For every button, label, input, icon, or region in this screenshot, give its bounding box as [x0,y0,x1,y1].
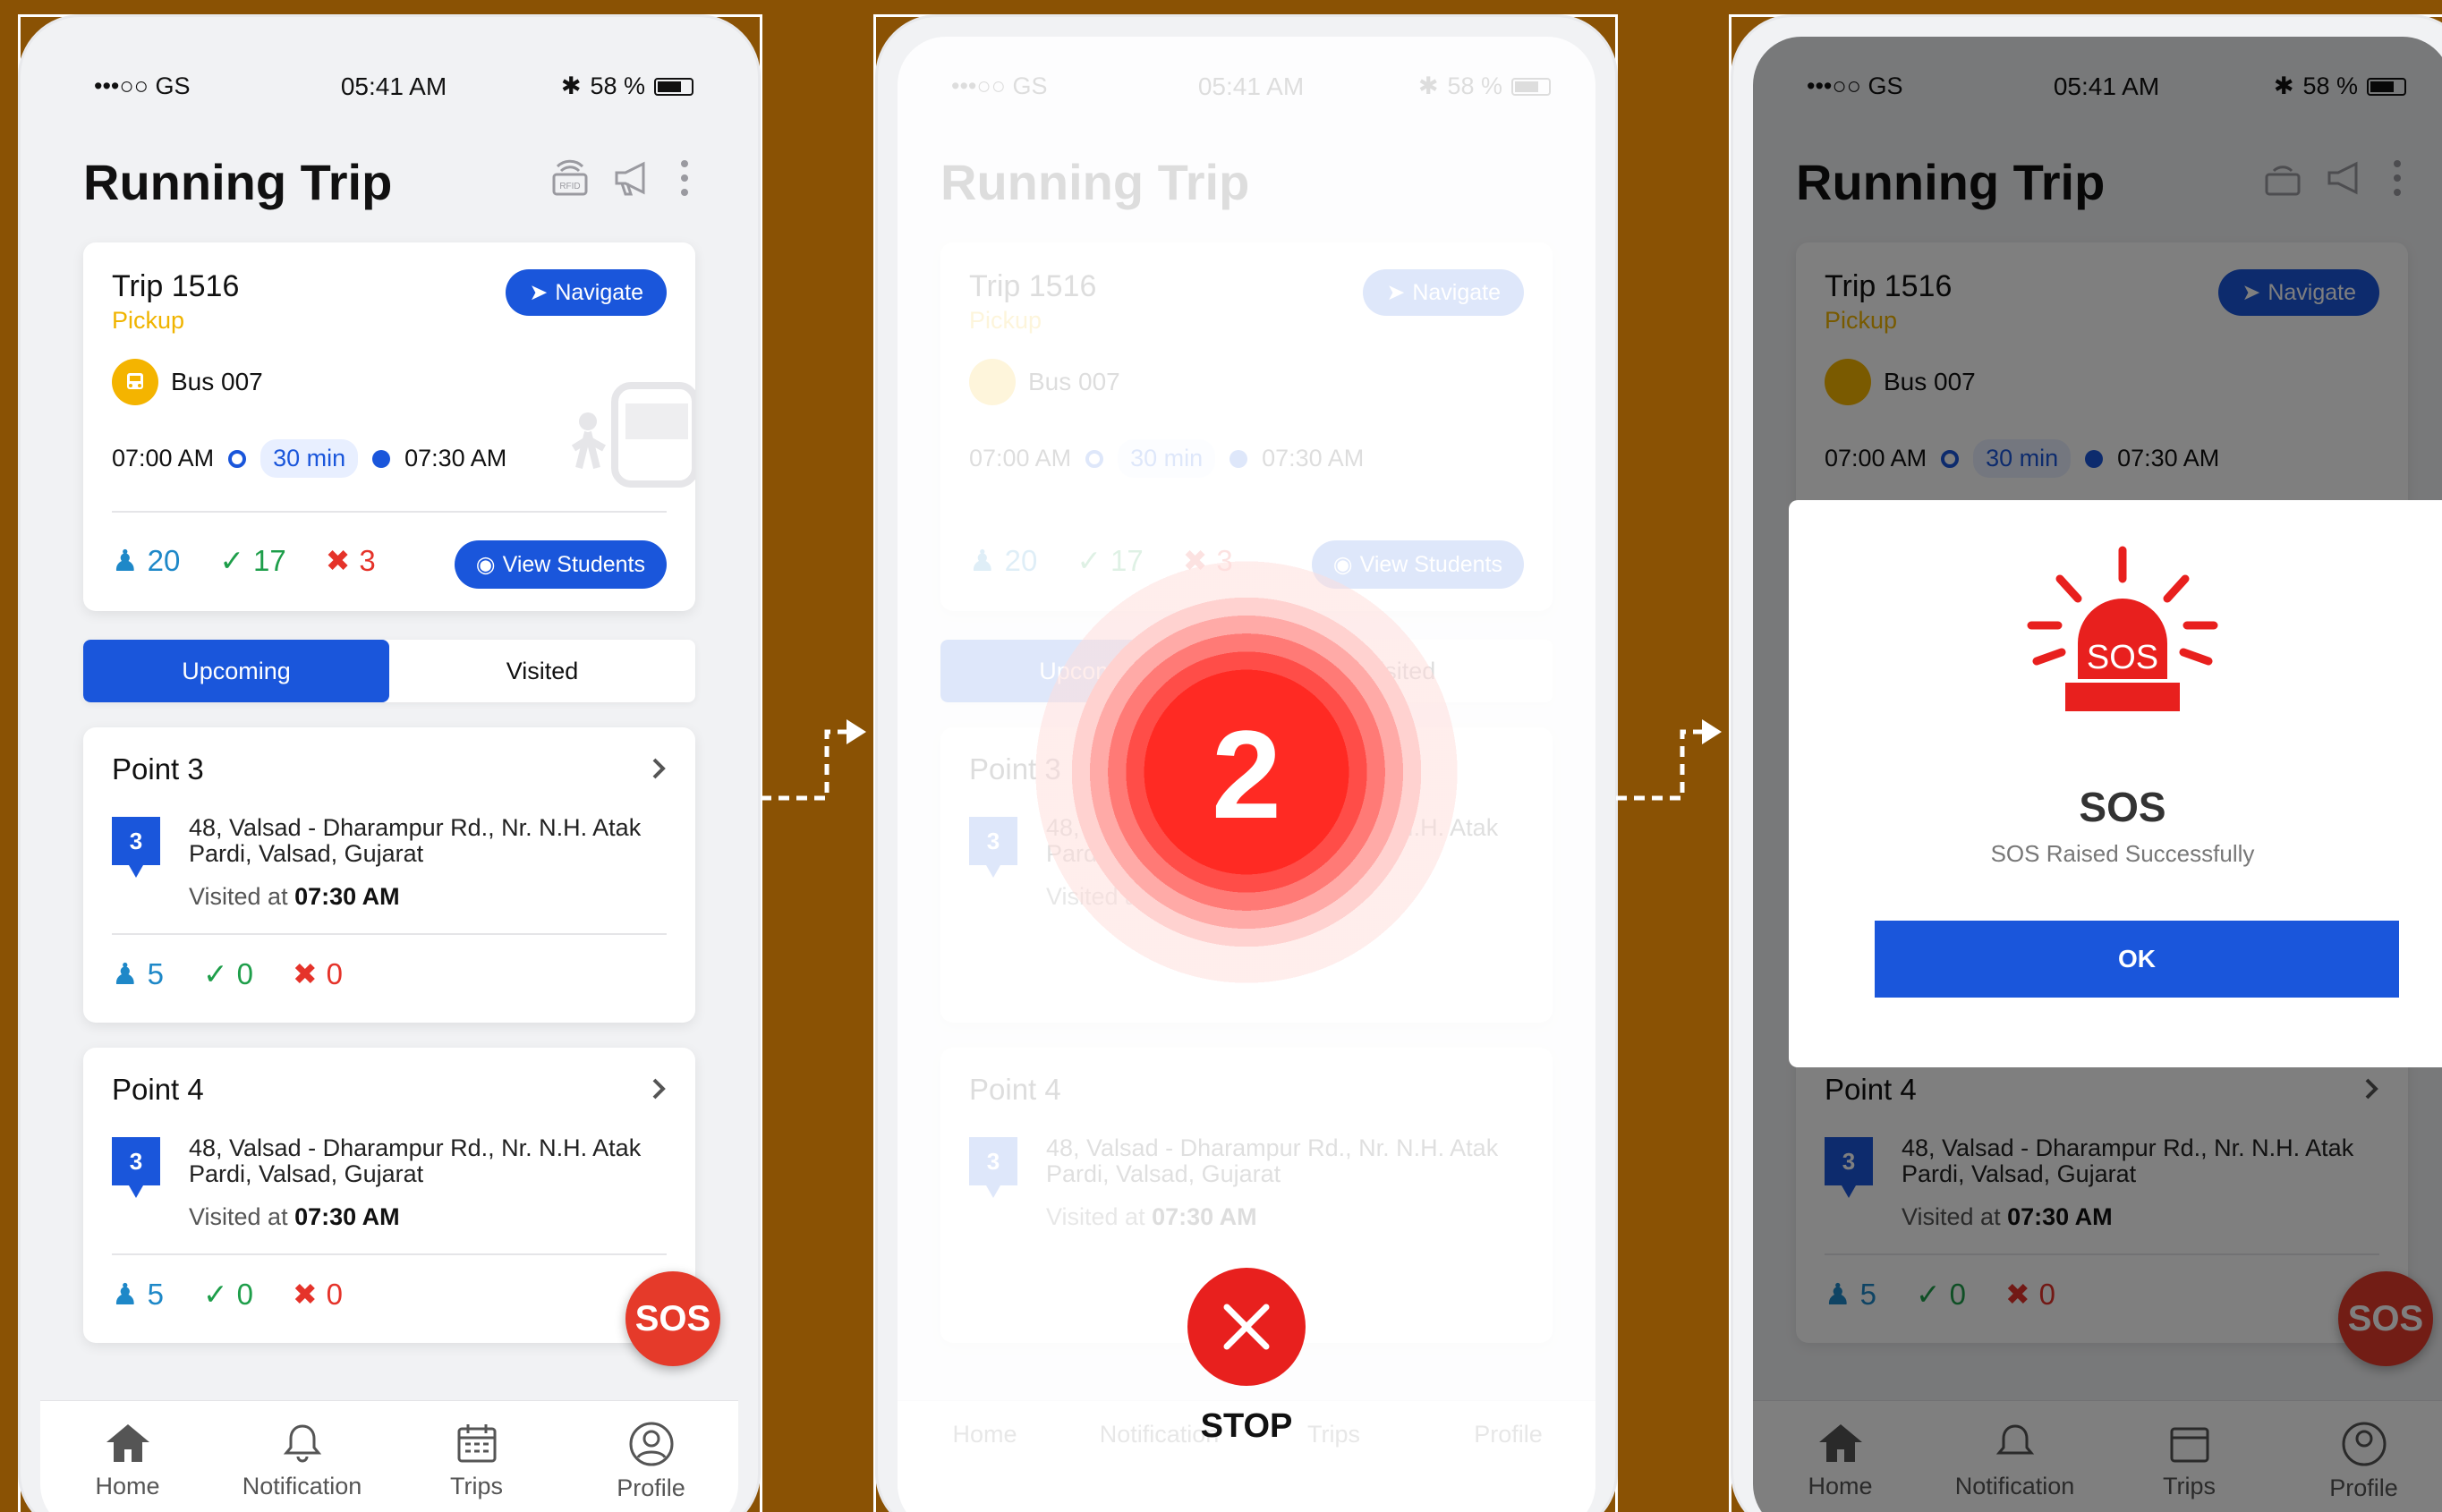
tab-visited[interactable]: Visited [389,640,695,702]
siren-icon: SOS [2027,546,2218,711]
cross-icon: ✖ [325,544,351,577]
svg-text:RFID: RFID [559,182,580,191]
absent-count: 0 [326,956,343,990]
tab-notification-label: Notification [242,1473,362,1499]
students-icon: ♟ [112,544,139,577]
point-card[interactable]: Point 4 3 48, Valsad - Dharampur Rd., Nr… [83,1048,695,1343]
cross-icon: ✖ [292,1278,318,1311]
page-title: Running Trip [83,154,393,210]
sos-button[interactable]: SOS [625,1271,720,1366]
bottom-tab-bar: Home Notification Trips Profile [40,1400,738,1512]
trip-name: Trip 1516 [112,269,240,303]
sos-dialog: SOS SOS SOS Raised Successfully OK [1789,500,2442,1067]
bus-icon [112,359,158,405]
view-students-button[interactable]: ◉ View Students [454,540,667,589]
user-icon [629,1422,673,1466]
app-screen: •••○○ GS 05:41 AM ✱58 % Running Trip Tri… [898,37,1595,1512]
tab-notification[interactable]: Notification [215,1401,389,1512]
point-address: 48, Valsad - Dharampur Rd., Nr. N.H. Ata… [189,1134,642,1187]
point-title: Point 3 [112,752,204,786]
start-time: 07:00 AM [112,445,215,471]
visited-time: 07:30 AM [294,1203,400,1230]
students-icon: ♟ [112,957,139,990]
trip-duration: 30 min [260,439,359,478]
countdown-value: 2 [1212,704,1281,845]
school-bus-illustration-icon [571,382,695,488]
stop-label: STOP [1200,1407,1293,1445]
flow-arrow-icon [1616,719,1722,801]
phone-screen-sos-raised: •••○○ GS 05:41 AM ✱58 % Running Trip Tri… [1731,14,2442,1512]
point-title: Point 4 [112,1073,204,1106]
absent-count: 3 [359,543,376,577]
tab-trips-label: Trips [450,1473,503,1499]
app-screen: •••○○ GS 05:41 AM ✱ 58 % Running Trip RFI… [40,37,738,1512]
check-icon: ✓ [219,544,244,577]
bell-icon [283,1424,321,1463]
check-icon: ✓ [202,957,228,990]
total-count: 20 [147,543,181,577]
tab-upcoming[interactable]: Upcoming [83,640,389,702]
bus-name: Bus 007 [171,368,263,395]
battery-percent: 58 % [590,72,645,99]
divider [112,1253,667,1255]
students-icon: ♟ [112,1278,139,1311]
trip-card: Trip 1516 Pickup ➤Navigate Bus 007 07:00… [83,242,695,611]
start-dot-icon [228,449,247,468]
battery-icon [654,77,693,96]
present-count: 17 [252,543,286,577]
end-time: 07:30 AM [404,445,507,471]
divider [112,933,667,935]
absent-count: 0 [326,1277,343,1311]
point-card[interactable]: Point 3 3 48, Valsad - Dharampur Rd., Nr… [83,727,695,1023]
point-address: 48, Valsad - Dharampur Rd., Nr. N.H. Ata… [189,814,642,867]
cross-icon: ✖ [292,957,318,990]
eye-icon: ◉ [475,552,496,577]
siren-badge-text: SOS [2087,639,2158,676]
visited-time: 07:30 AM [294,883,400,910]
more-vertical-icon[interactable] [679,158,690,198]
home-icon [106,1424,149,1462]
ok-button[interactable]: OK [1875,921,2399,998]
megaphone-icon[interactable] [613,158,656,198]
tab-trips[interactable]: Trips [389,1401,564,1512]
end-dot-icon [372,449,391,468]
chevron-right-icon [652,1078,666,1100]
map-pin-icon: 3 [112,1137,160,1198]
total-count: 5 [147,1277,164,1311]
present-count: 0 [236,956,253,990]
dialog-message: SOS Raised Successfully [1990,840,2255,867]
stop-button[interactable] [1187,1268,1306,1386]
view-students-label: View Students [502,551,645,577]
total-count: 5 [147,956,164,990]
tab-profile-label: Profile [617,1474,685,1501]
present-count: 0 [236,1277,253,1311]
navigate-button[interactable]: ➤ Navigate [506,269,667,316]
calendar-icon [457,1424,496,1463]
flow-arrow-icon [761,719,866,801]
phone-screen-running-trip: •••○○ GS 05:41 AM ✱ 58 % Running Trip RFI… [18,14,761,1512]
status-bar: •••○○ GS 05:41 AM ✱58 % [94,72,693,108]
dialog-title: SOS [2079,784,2166,830]
bluetooth-icon: ✱ [560,72,582,99]
tab-home[interactable]: Home [40,1401,215,1512]
rfid-icon[interactable]: RFID [550,158,590,198]
phone-screen-sos-countdown: •••○○ GS 05:41 AM ✱58 % Running Trip Tri… [875,14,1618,1512]
visited-prefix: Visited at [189,883,288,910]
check-icon: ✓ [202,1278,228,1311]
navigation-arrow-icon: ➤ [529,280,549,305]
app-screen: •••○○ GS 05:41 AM ✱58 % Running Trip Tri… [1753,37,2442,1512]
divider [112,511,667,513]
chevron-right-icon [652,758,666,779]
sos-countdown: 2 [1034,559,1459,985]
map-pin-icon: 3 [112,817,160,878]
close-icon [1223,1304,1270,1350]
tab-profile[interactable]: Profile [564,1401,738,1512]
visited-prefix: Visited at [189,1203,288,1230]
point-tabs: Upcoming Visited [83,640,695,702]
navigate-label: Navigate [555,279,643,305]
trip-type: Pickup [112,307,185,334]
tab-home-label: Home [95,1473,160,1499]
